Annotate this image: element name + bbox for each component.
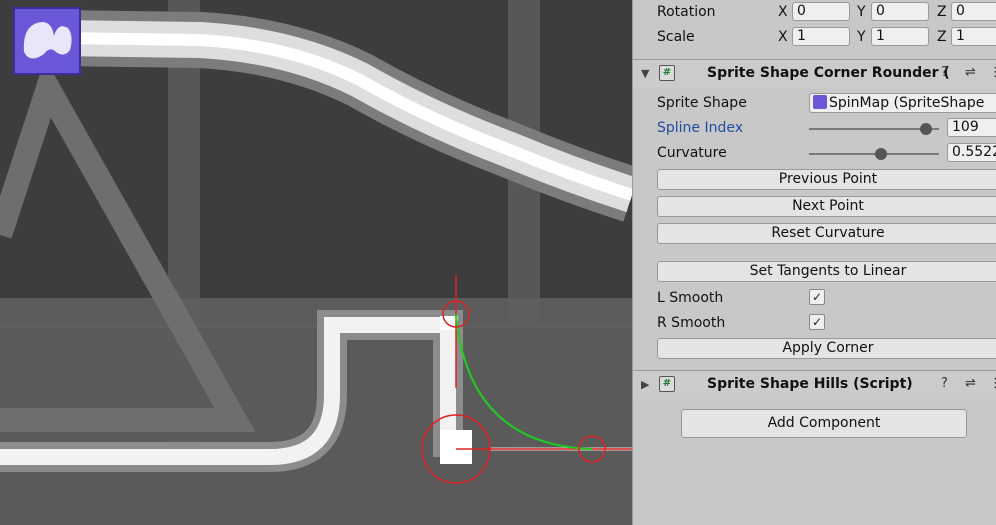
hills-header[interactable]: ▶ # Sprite Shape Hills (Script) ? ⇌ ⋮: [633, 370, 996, 399]
settings-icon[interactable]: ⇌: [965, 376, 976, 391]
help-icon[interactable]: ?: [941, 376, 948, 391]
curvature-label: Curvature: [657, 145, 727, 161]
spline-index-slider-knob[interactable]: [920, 123, 932, 135]
help-icon[interactable]: ?: [941, 65, 948, 80]
l-smooth-row: L Smooth ✓: [633, 286, 996, 311]
inspector-panel: Rotation X 0 Y 0 Z 0 Scale X 1 Y 1 Z 1 ▼…: [632, 0, 996, 525]
expand-icon[interactable]: ▶: [641, 378, 649, 391]
curvature-slider[interactable]: [809, 148, 939, 160]
next-point-button[interactable]: Next Point: [657, 196, 996, 217]
add-component-button[interactable]: Add Component: [681, 409, 967, 438]
script-icon: #: [659, 376, 675, 392]
spline-index-slider[interactable]: [809, 123, 939, 135]
rotation-label: Rotation: [657, 4, 716, 20]
more-icon[interactable]: ⋮: [989, 65, 996, 80]
reset-curvature-button[interactable]: Reset Curvature: [657, 223, 996, 244]
scale-x-field[interactable]: 1: [792, 27, 850, 46]
curvature-field[interactable]: 0.5522: [947, 143, 996, 162]
l-smooth-checkbox[interactable]: ✓: [809, 289, 825, 305]
r-smooth-label: R Smooth: [657, 315, 726, 331]
sprite-shape-row: Sprite Shape SpinMap (SpriteShape: [633, 91, 996, 116]
axis-y-label: Y: [857, 29, 866, 45]
axis-z-label: Z: [937, 29, 947, 45]
axis-x-label: X: [778, 4, 788, 20]
scale-z-field[interactable]: 1: [951, 27, 996, 46]
r-smooth-row: R Smooth ✓: [633, 311, 996, 336]
spline-index-label: Spline Index: [657, 120, 744, 136]
r-smooth-checkbox[interactable]: ✓: [809, 314, 825, 330]
scale-row: Scale X 1 Y 1 Z 1: [633, 25, 996, 50]
sprite-shape-label: Sprite Shape: [657, 95, 747, 111]
curvature-row: Curvature 0.5522: [633, 141, 996, 166]
axis-x-label: X: [778, 29, 788, 45]
l-smooth-label: L Smooth: [657, 290, 724, 306]
rotation-z-field[interactable]: 0: [951, 2, 996, 21]
curvature-slider-knob[interactable]: [874, 148, 887, 160]
apply-corner-button[interactable]: Apply Corner: [657, 338, 996, 359]
scale-label: Scale: [657, 29, 695, 45]
script-icon: #: [659, 65, 675, 81]
grid-bar: [508, 0, 540, 525]
rotation-row: Rotation X 0 Y 0 Z 0: [633, 0, 996, 25]
hills-title: Sprite Shape Hills (Script): [707, 376, 913, 392]
set-tangents-linear-button[interactable]: Set Tangents to Linear: [657, 261, 996, 282]
sprite-shape-thumb-icon: [813, 95, 827, 109]
spline-index-field[interactable]: 109: [947, 118, 996, 137]
grid-bar: [0, 298, 632, 328]
axis-y-label: Y: [857, 4, 866, 20]
collapse-icon[interactable]: ▼: [641, 67, 649, 80]
corner-rounder-title: Sprite Shape Corner Rounder (: [707, 65, 950, 81]
scene-view[interactable]: [0, 0, 632, 525]
rotation-x-field[interactable]: 0: [792, 2, 850, 21]
spline-index-row: Spline Index 109: [633, 116, 996, 141]
corner-block: [440, 430, 472, 464]
scale-y-field[interactable]: 1: [871, 27, 929, 46]
settings-icon[interactable]: ⇌: [965, 65, 976, 80]
sprite-shape-value: SpinMap (SpriteShape: [829, 95, 985, 111]
sprite-shape-field[interactable]: SpinMap (SpriteShape: [809, 93, 996, 113]
corner-rounder-header[interactable]: ▼ # Sprite Shape Corner Rounder ( ? ⇌ ⋮: [633, 59, 996, 88]
previous-point-button[interactable]: Previous Point: [657, 169, 996, 190]
more-icon[interactable]: ⋮: [989, 376, 996, 391]
rotation-y-field[interactable]: 0: [871, 2, 929, 21]
axis-z-label: Z: [937, 4, 947, 20]
